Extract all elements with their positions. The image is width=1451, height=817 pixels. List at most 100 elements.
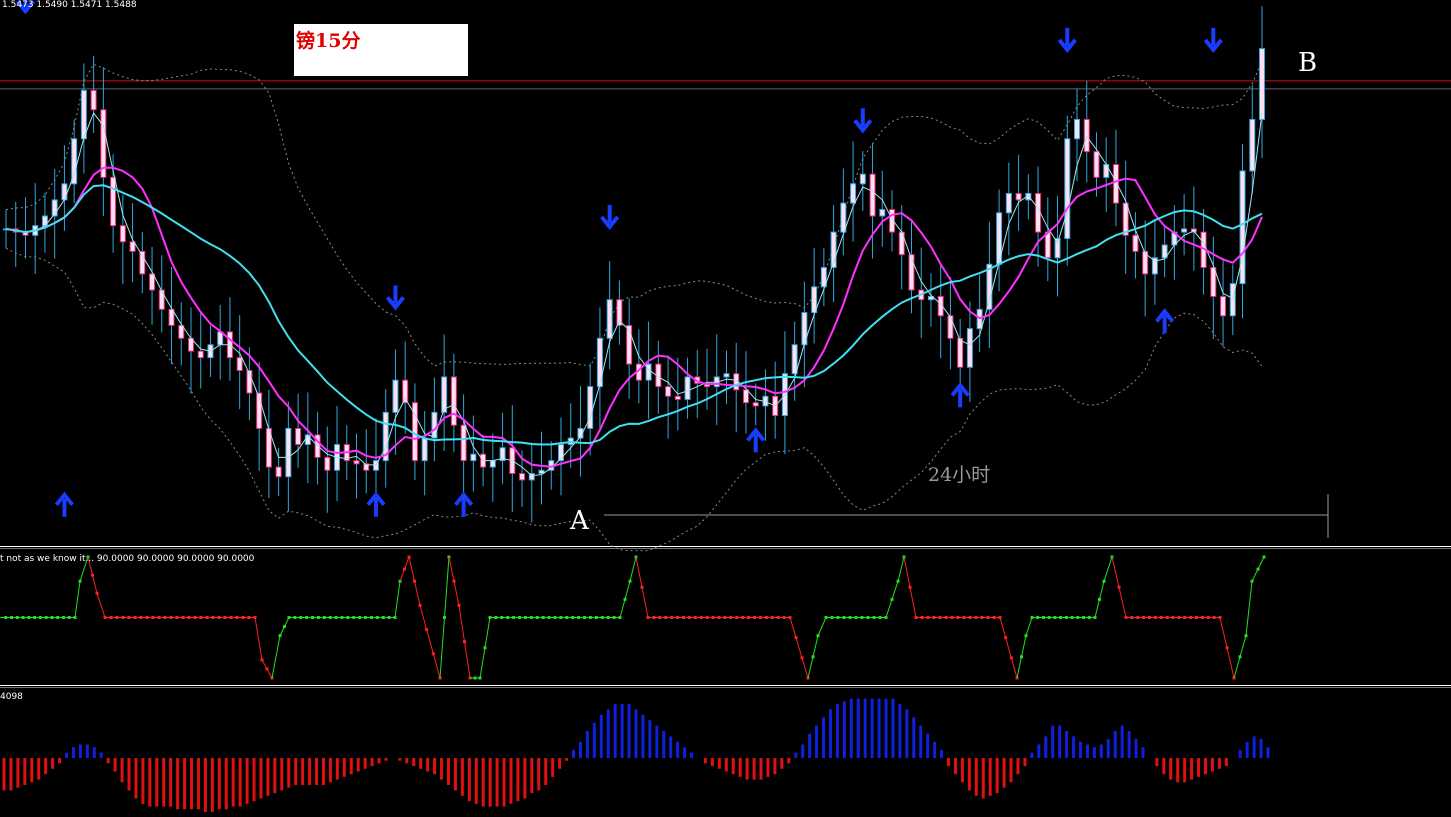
oscillator-dot xyxy=(938,616,942,619)
oscillator-dot xyxy=(577,616,581,619)
oscillator-dot xyxy=(431,652,435,656)
oscillator-dot xyxy=(553,616,557,619)
candle-body xyxy=(71,138,78,185)
oscillator-dot xyxy=(1177,616,1181,619)
oscillator-dot xyxy=(1020,655,1023,659)
oscillator-dot xyxy=(139,616,143,619)
oscillator-dot xyxy=(387,616,391,619)
oscillator-dot xyxy=(283,625,286,629)
forex-chart[interactable] xyxy=(0,0,1451,817)
histogram-label: 4098 xyxy=(0,692,23,702)
oscillator-segment xyxy=(74,581,81,618)
oscillator-dot xyxy=(67,616,71,619)
candle-body xyxy=(353,460,360,465)
oscillator-dot xyxy=(652,616,656,619)
oscillator-dot xyxy=(956,616,960,619)
oscillator-dot xyxy=(91,573,94,577)
oscillator-dot xyxy=(1183,616,1187,619)
candle-body xyxy=(723,373,730,378)
oscillator-dot xyxy=(890,597,894,601)
oscillator-dot xyxy=(1004,636,1008,640)
buy-arrow-icon xyxy=(54,491,74,517)
oscillator-dot xyxy=(811,655,815,659)
oscillator-dot xyxy=(974,616,978,619)
oscillator-dot xyxy=(687,616,691,619)
oscillator-dot xyxy=(559,616,563,619)
oscillator-dot xyxy=(1148,616,1151,619)
oscillator-dot xyxy=(741,616,745,619)
oscillator-dot xyxy=(10,616,14,619)
oscillator-dot xyxy=(547,616,551,619)
thin-moving-average xyxy=(5,111,1263,477)
oscillator-dot xyxy=(340,616,344,619)
buy-arrow-icon xyxy=(950,382,970,408)
oscillator-dot xyxy=(145,616,149,619)
oscillator-dot xyxy=(358,616,362,619)
oscillator-dot xyxy=(878,616,882,619)
oscillator-dot xyxy=(640,585,644,589)
candle-body xyxy=(470,453,477,462)
oscillator-dot xyxy=(56,616,60,619)
oscillator-dot xyxy=(50,616,54,619)
oscillator-dot xyxy=(512,616,516,619)
oscillator-dot xyxy=(1041,616,1045,619)
candle-body xyxy=(1239,170,1246,285)
oscillator-dot xyxy=(782,616,786,619)
oscillator-dot xyxy=(217,616,221,619)
oscillator-dot xyxy=(193,616,197,619)
candle-body xyxy=(966,328,973,368)
oscillator-dot xyxy=(944,616,948,619)
annotation-title-box: 镑15分 xyxy=(294,24,468,76)
oscillator-dot xyxy=(322,616,326,619)
oscillator-segment xyxy=(789,617,809,679)
oscillator-label: t not as we know it... 90.0000 90.0000 9… xyxy=(0,554,255,564)
oscillator-dot xyxy=(229,616,233,619)
sell-arrow-icon xyxy=(1203,27,1223,54)
oscillator-segment xyxy=(1025,617,1033,636)
oscillator-dot xyxy=(115,616,119,619)
oscillator-dot xyxy=(352,616,356,619)
candle-body xyxy=(197,350,204,359)
ohlc-readout: 1.5473 1.5490 1.5471 1.5488 xyxy=(2,0,137,10)
bollinger-lower xyxy=(5,247,1263,552)
candle-body xyxy=(1132,234,1139,252)
oscillator-dot xyxy=(1076,616,1080,619)
oscillator-dot xyxy=(872,616,876,619)
bollinger-upper xyxy=(5,60,1263,367)
candle-body xyxy=(1083,118,1090,153)
oscillator-dot xyxy=(758,616,762,619)
oscillator-dot xyxy=(1070,616,1074,619)
oscillator-dot xyxy=(1165,616,1169,619)
buy-arrow-icon xyxy=(1155,308,1175,334)
oscillator-dot xyxy=(1053,616,1057,619)
oscillator-dot xyxy=(205,616,209,619)
candle-body xyxy=(110,176,117,227)
oscillator-dot xyxy=(729,616,733,619)
oscillator-dot xyxy=(299,616,303,619)
sell-arrow-icon xyxy=(853,108,873,134)
candle-body xyxy=(850,183,857,204)
candle-body xyxy=(1064,138,1071,240)
oscillator-dot xyxy=(606,616,610,619)
oscillator-dot xyxy=(1036,616,1040,619)
oscillator-dot xyxy=(776,616,780,619)
candle-body xyxy=(519,473,526,481)
candle-body xyxy=(158,289,165,310)
oscillator-dot xyxy=(27,616,31,619)
candle-body xyxy=(1103,164,1110,178)
oscillator-dot xyxy=(1130,616,1134,619)
oscillator-dot xyxy=(1195,616,1198,619)
candle-body xyxy=(450,376,457,426)
candle-body xyxy=(859,173,866,185)
oscillator-dot xyxy=(693,616,697,619)
oscillator-dot xyxy=(181,616,185,619)
oscillator-dot xyxy=(293,616,297,619)
candle-body xyxy=(869,173,876,217)
oscillator-dot xyxy=(452,579,456,583)
oscillator-dot xyxy=(950,616,954,619)
oscillator-dot xyxy=(836,616,840,619)
oscillator-dot xyxy=(926,616,930,619)
oscillator-segment xyxy=(1245,581,1253,636)
candle-body xyxy=(1044,231,1051,259)
candle-body xyxy=(1181,228,1188,233)
